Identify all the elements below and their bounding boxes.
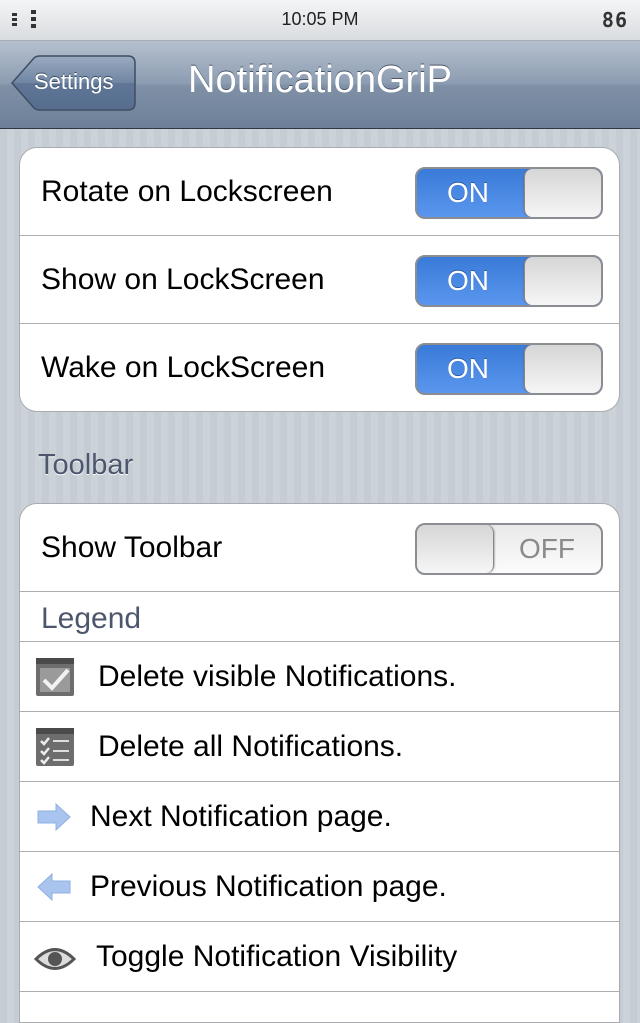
row-label: Show on LockScreen xyxy=(41,263,325,296)
toggle-knob xyxy=(524,169,601,217)
row-label: Show Toolbar xyxy=(41,531,223,564)
settings-row-rotate: Rotate on Lockscreen ON xyxy=(20,148,619,236)
toolbar-settings-group: Show Toolbar OFF Legend Delete visible N… xyxy=(19,503,620,1023)
status-time: 10:05 PM xyxy=(281,9,359,29)
legend-title: Legend xyxy=(41,602,142,635)
eye-icon xyxy=(34,948,76,970)
delete-all-icon xyxy=(36,728,74,766)
page-title: NotificationGriP xyxy=(188,59,452,101)
toggle-state: ON xyxy=(447,265,489,296)
wake-on-lockscreen-toggle[interactable]: ON xyxy=(415,343,603,395)
rotate-on-lockscreen-toggle[interactable]: ON xyxy=(415,167,603,219)
legend-text: Next Notification page. xyxy=(90,800,392,833)
toggle-state: ON xyxy=(447,353,489,384)
lockscreen-settings-group: Rotate on Lockscreen ON Show on LockScre… xyxy=(19,147,620,412)
show-toolbar-toggle[interactable]: OFF xyxy=(415,523,603,575)
navigation-bar: Settings NotificationGriP xyxy=(0,41,640,129)
row-label: Rotate on Lockscreen xyxy=(41,175,333,208)
battery-indicator: 86 xyxy=(601,8,628,32)
toggle-knob xyxy=(524,345,601,393)
legend-text: Previous Notification page. xyxy=(90,870,447,903)
toggle-state: ON xyxy=(447,177,489,208)
legend-text: Toggle Notification Visibility xyxy=(96,940,458,973)
settings-row-wake: Wake on LockScreen ON xyxy=(20,324,619,411)
legend-title-row: Legend xyxy=(20,592,619,642)
status-bar: 10:05 PM 86 xyxy=(0,0,640,41)
left-arrow-icon xyxy=(37,872,71,902)
toggle-knob xyxy=(417,525,494,573)
legend-text: Delete visible Notifications. xyxy=(98,660,457,693)
toggle-knob xyxy=(524,257,601,305)
legend-item: Toggle Notification Visibility xyxy=(20,922,619,992)
section-header-toolbar: Toolbar xyxy=(38,449,134,481)
right-arrow-icon xyxy=(37,802,71,832)
show-on-lockscreen-toggle[interactable]: ON xyxy=(415,255,603,307)
legend-item: Delete all Notifications. xyxy=(20,712,619,782)
settings-row-show-toolbar: Show Toolbar OFF xyxy=(20,504,619,592)
back-button-label: Settings xyxy=(34,69,114,94)
delete-visible-icon xyxy=(36,658,74,696)
row-label: Wake on LockScreen xyxy=(41,351,326,384)
legend-item: Previous Notification page. xyxy=(20,852,619,922)
legend-text: Delete all Notifications. xyxy=(98,730,404,763)
settings-row-show: Show on LockScreen ON xyxy=(20,236,619,324)
legend-item: Delete visible Notifications. xyxy=(20,642,619,712)
legend-item: Next Notification page. xyxy=(20,782,619,852)
back-button[interactable]: Settings xyxy=(10,55,136,111)
toggle-state: OFF xyxy=(519,533,575,564)
